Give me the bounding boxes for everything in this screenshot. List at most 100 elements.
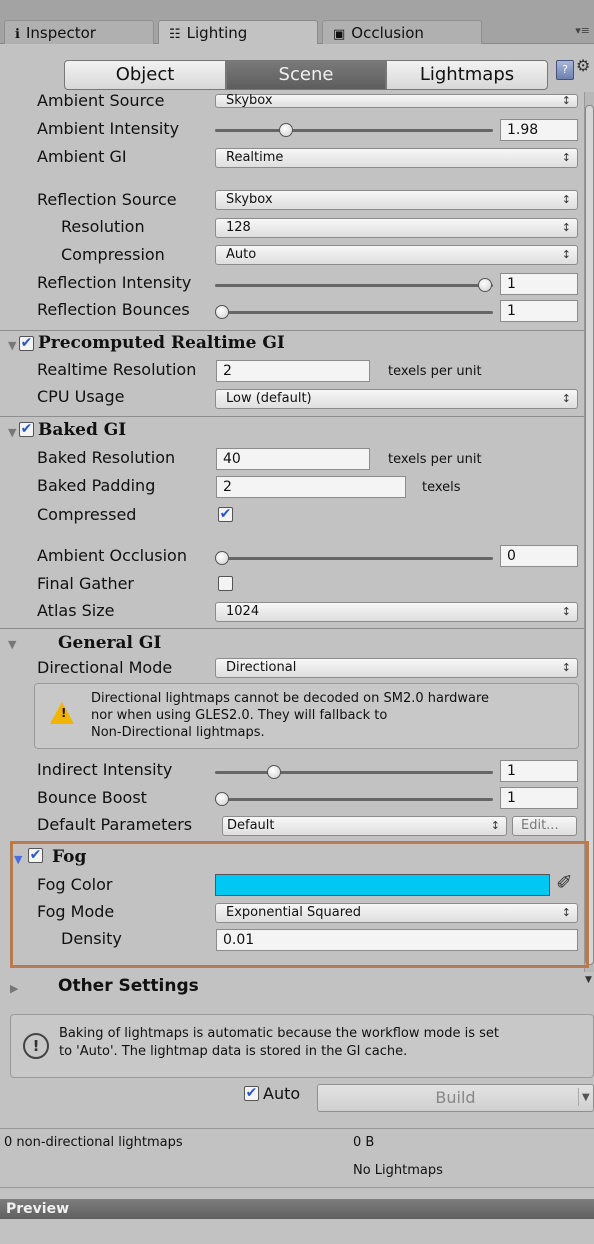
divider bbox=[0, 416, 584, 417]
ambient-intensity-field[interactable]: 1.98 bbox=[500, 119, 578, 141]
auto-checkbox[interactable]: ✔ bbox=[244, 1086, 259, 1101]
ambient-gi-dropdown[interactable]: Realtime ↕ bbox=[215, 148, 578, 168]
segment-object[interactable]: Object bbox=[64, 60, 226, 90]
density-field[interactable]: 0.01 bbox=[216, 929, 578, 951]
edit-parameters-button[interactable]: Edit... bbox=[512, 816, 577, 836]
reflection-bounces-knob[interactable] bbox=[215, 305, 229, 319]
cpu-usage-label: CPU Usage bbox=[37, 387, 125, 406]
segment-lightmaps[interactable]: Lightmaps bbox=[386, 60, 548, 90]
compressed-checkbox[interactable]: ✔ bbox=[218, 507, 233, 522]
reflection-intensity-field[interactable]: 1 bbox=[500, 273, 578, 295]
compression-dropdown[interactable]: Auto ↕ bbox=[215, 245, 578, 265]
directional-mode-value: Directional bbox=[226, 660, 297, 675]
scrollbar-thumb[interactable] bbox=[585, 105, 594, 965]
indirect-intensity-field[interactable]: 1 bbox=[500, 760, 578, 782]
build-button-label: Build bbox=[435, 1088, 476, 1107]
tab-inspector-label: Inspector bbox=[25, 24, 96, 42]
baked-padding-field[interactable]: 2 bbox=[216, 476, 406, 498]
ambient-source-dropdown[interactable]: Skybox ↕ bbox=[215, 94, 578, 108]
other-settings-header[interactable]: Other Settings bbox=[58, 976, 199, 996]
build-button[interactable]: Build bbox=[317, 1084, 594, 1112]
ambient-occlusion-knob[interactable] bbox=[215, 551, 229, 565]
fog-checkbox[interactable]: ✔ bbox=[28, 848, 43, 863]
bounce-boost-field[interactable]: 1 bbox=[500, 787, 578, 809]
fog-color-swatch[interactable] bbox=[215, 874, 550, 896]
precomputed-gi-checkbox[interactable]: ✔ bbox=[19, 336, 34, 351]
dropdown-arrow-icon: ↕ bbox=[561, 248, 571, 261]
precomputed-gi-header[interactable]: Precomputed Realtime GI bbox=[38, 333, 285, 353]
tab-occlusion[interactable]: ▣ Occlusion bbox=[322, 20, 482, 44]
directional-warning-box: ! Directional lightmaps cannot be decode… bbox=[34, 683, 579, 749]
reflection-bounces-slider[interactable] bbox=[215, 311, 493, 314]
final-gather-checkbox[interactable] bbox=[218, 576, 233, 591]
fold-arrow-icon[interactable]: ▼ bbox=[8, 339, 16, 352]
preview-bar[interactable]: Preview bbox=[0, 1199, 594, 1219]
cpu-usage-dropdown[interactable]: Low (default) ↕ bbox=[215, 389, 578, 409]
ambient-occlusion-slider[interactable] bbox=[215, 557, 493, 560]
ambient-intensity-label: Ambient Intensity bbox=[37, 119, 180, 138]
bounce-boost-knob[interactable] bbox=[215, 792, 229, 806]
indirect-intensity-knob[interactable] bbox=[267, 765, 281, 779]
baked-resolution-field[interactable]: 40 bbox=[216, 448, 370, 470]
fold-arrow-icon[interactable]: ▼ bbox=[8, 426, 16, 439]
directional-mode-dropdown[interactable]: Directional ↕ bbox=[215, 658, 578, 678]
bounce-boost-label: Bounce Boost bbox=[37, 788, 147, 807]
compression-value: Auto bbox=[226, 247, 257, 262]
warning-icon-mark: ! bbox=[61, 706, 67, 720]
resolution-label: Resolution bbox=[61, 217, 145, 236]
tab-menu-icon[interactable]: ▾≡ bbox=[575, 24, 590, 37]
gear-icon[interactable]: ⚙ bbox=[576, 56, 590, 75]
dropdown-arrow-icon: ↕ bbox=[561, 661, 571, 674]
reflection-source-dropdown[interactable]: Skybox ↕ bbox=[215, 190, 578, 210]
reflection-bounces-field[interactable]: 1 bbox=[500, 300, 578, 322]
atlas-size-dropdown[interactable]: 1024 ↕ bbox=[215, 602, 578, 622]
tab-lighting[interactable]: ☷ Lighting bbox=[158, 20, 318, 44]
baked-resolution-label: Baked Resolution bbox=[37, 448, 176, 467]
fold-arrow-icon[interactable]: ▼ bbox=[14, 853, 22, 866]
ambient-occlusion-field[interactable]: 0 bbox=[500, 545, 578, 567]
tab-inspector[interactable]: ℹ Inspector bbox=[4, 20, 154, 44]
baked-resolution-unit: texels per unit bbox=[388, 452, 482, 467]
lightmap-status: No Lightmaps bbox=[353, 1163, 443, 1178]
baked-gi-header[interactable]: Baked GI bbox=[38, 420, 126, 440]
scroll-down-icon[interactable]: ▼ bbox=[585, 975, 592, 985]
resolution-dropdown[interactable]: 128 ↕ bbox=[215, 218, 578, 238]
auto-bake-info-box: ! Baking of lightmaps is automatic becau… bbox=[10, 1014, 594, 1078]
fold-arrow-icon[interactable]: ▶ bbox=[10, 982, 18, 995]
bounce-boost-slider[interactable] bbox=[215, 798, 493, 801]
fold-arrow-icon[interactable]: ▼ bbox=[8, 638, 16, 651]
resolution-value: 128 bbox=[226, 220, 251, 235]
segment-scene[interactable]: Scene bbox=[226, 60, 386, 90]
realtime-resolution-field[interactable]: 2 bbox=[216, 360, 370, 382]
fog-mode-dropdown[interactable]: Exponential Squared ↕ bbox=[215, 903, 578, 923]
lighting-icon: ☷ bbox=[169, 27, 181, 42]
default-parameters-value: Default bbox=[227, 818, 275, 833]
help-icon[interactable]: ? bbox=[556, 60, 574, 80]
reflection-intensity-knob[interactable] bbox=[478, 278, 492, 292]
directional-mode-label: Directional Mode bbox=[37, 658, 173, 677]
build-separator bbox=[578, 1088, 579, 1106]
dropdown-arrow-icon: ↕ bbox=[561, 94, 571, 107]
indirect-intensity-slider[interactable] bbox=[215, 771, 493, 774]
ambient-intensity-slider[interactable] bbox=[215, 129, 493, 132]
reflection-intensity-slider[interactable] bbox=[215, 284, 493, 287]
eyedropper-icon[interactable]: ✐ bbox=[556, 870, 573, 894]
build-dropdown-icon[interactable]: ▼ bbox=[582, 1092, 590, 1103]
lightmap-count: 0 non-directional lightmaps bbox=[4, 1135, 183, 1150]
ambient-intensity-knob[interactable] bbox=[279, 123, 293, 137]
fog-header[interactable]: Fog bbox=[52, 847, 86, 867]
ambient-gi-label: Ambient GI bbox=[37, 147, 127, 166]
dropdown-arrow-icon: ↕ bbox=[561, 605, 571, 618]
atlas-size-value: 1024 bbox=[226, 604, 260, 619]
dropdown-arrow-icon: ↕ bbox=[561, 151, 571, 164]
realtime-resolution-label: Realtime Resolution bbox=[37, 360, 197, 379]
fog-color-label: Fog Color bbox=[37, 875, 113, 894]
reflection-intensity-label: Reflection Intensity bbox=[37, 273, 192, 292]
final-gather-label: Final Gather bbox=[37, 574, 134, 593]
general-gi-header[interactable]: General GI bbox=[58, 633, 161, 653]
ambient-source-label: Ambient Source bbox=[37, 91, 165, 110]
reflection-source-label: Reflection Source bbox=[37, 190, 177, 209]
baked-gi-checkbox[interactable]: ✔ bbox=[19, 422, 34, 437]
fog-mode-value: Exponential Squared bbox=[226, 905, 362, 920]
default-parameters-dropdown[interactable]: Default ↕ bbox=[222, 816, 507, 836]
